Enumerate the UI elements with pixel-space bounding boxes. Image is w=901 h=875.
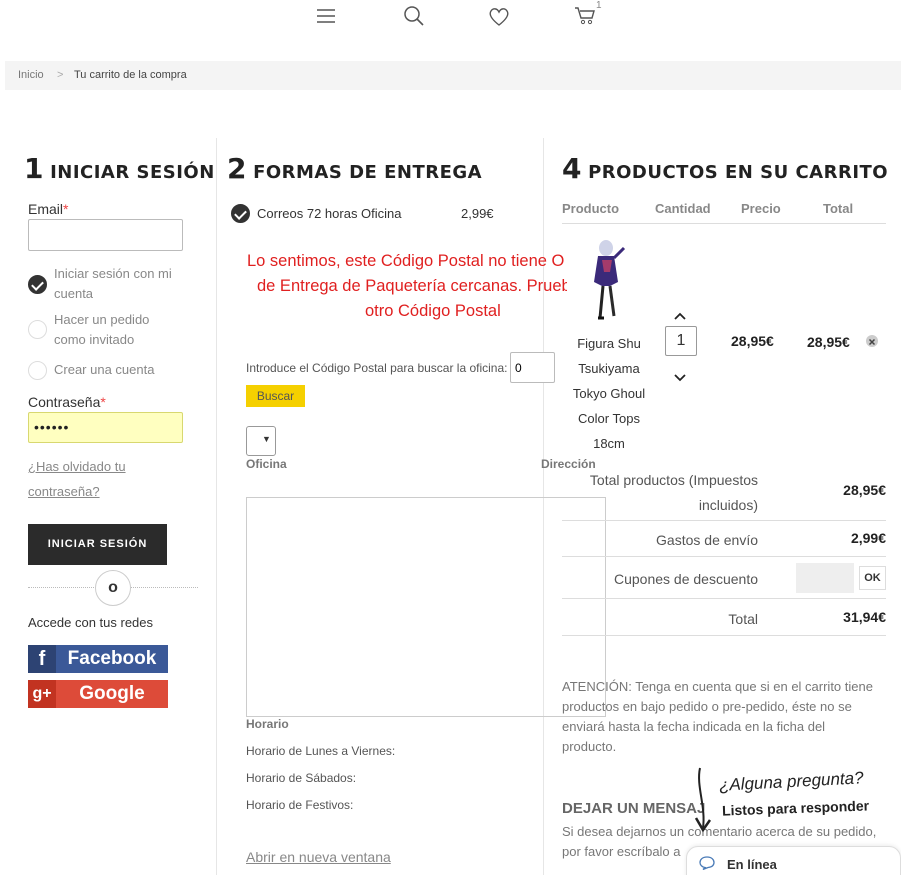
cart-header-price: Precio xyxy=(741,201,781,216)
quantity-input[interactable]: 1 xyxy=(665,326,697,356)
email-label: Email* xyxy=(28,201,69,217)
chat-status: En línea xyxy=(727,857,777,872)
total-label: Total xyxy=(728,611,758,627)
radio-delivery-method[interactable] xyxy=(231,204,250,223)
or-text: o xyxy=(108,579,118,596)
google-label: Google xyxy=(79,683,145,704)
preorder-notice: ATENCIÓN: Tenga en cuenta que si en el c… xyxy=(562,679,873,754)
subtotal-value: 28,95€ xyxy=(843,482,886,498)
radio-login-account[interactable] xyxy=(28,275,47,294)
social-login-label: Accede con tus redes xyxy=(28,615,154,630)
option-guest-order[interactable]: Hacer un pedido como invitado xyxy=(54,310,204,350)
chat-icon xyxy=(699,856,715,875)
cart-header-product: Producto xyxy=(562,201,620,216)
postal-error-message: Lo sentimos, este Código Postal no tiene… xyxy=(247,252,567,320)
postal-code-input[interactable] xyxy=(510,352,555,383)
coupon-label: Cupones de descuento xyxy=(614,571,758,587)
schedule-title: Horario xyxy=(246,717,289,731)
menu-icon[interactable] xyxy=(316,8,336,24)
radio-create-account[interactable] xyxy=(28,361,47,380)
schedule-holidays: Horario de Festivos: xyxy=(246,798,354,812)
forgot-password-link[interactable]: ¿Has olvidado tu contraseña? xyxy=(28,454,126,504)
shipping-label: Gastos de envío xyxy=(656,532,758,548)
postal-code-label: Introduce el Código Postal para buscar l… xyxy=(246,361,508,375)
google-login-button[interactable]: g+ Google xyxy=(28,680,168,708)
chat-question[interactable]: ¿Alguna pregunta? xyxy=(719,768,864,796)
facebook-icon: f xyxy=(28,645,56,673)
heart-icon[interactable] xyxy=(488,7,510,27)
radio-guest-order[interactable] xyxy=(28,320,47,339)
cart-header-divider xyxy=(562,223,886,224)
delivery-method-name[interactable]: Correos 72 horas Oficina xyxy=(257,206,402,221)
item-price: 28,95€ xyxy=(731,333,774,349)
password-field[interactable]: •••••• xyxy=(28,412,183,443)
product-name[interactable]: Figura Shu Tsukiyama Tokyo Ghoul Color T… xyxy=(562,331,656,456)
search-office-button[interactable]: Buscar xyxy=(246,385,305,407)
summary-divider xyxy=(562,556,886,557)
quantity-value: 1 xyxy=(676,332,686,349)
coupon-input[interactable] xyxy=(796,563,854,593)
facebook-label: Facebook xyxy=(67,648,157,669)
coupon-ok-button[interactable]: OK xyxy=(859,566,886,590)
option-create-account[interactable]: Crear una cuenta xyxy=(54,360,204,380)
subtotal-label: Total productos (Impuestos incluidos) xyxy=(589,472,758,513)
product-image[interactable] xyxy=(584,238,628,322)
summary-divider xyxy=(562,635,886,636)
breadcrumb-home[interactable]: Inicio xyxy=(18,69,44,81)
item-total: 28,95€ xyxy=(807,334,850,350)
google-plus-icon: g+ xyxy=(28,680,56,708)
email-field[interactable] xyxy=(28,219,183,251)
step-delivery-title: 2 FORMAS DE ENTREGA xyxy=(227,152,483,185)
step-login-title: 1 INICIAR SESIÓN xyxy=(24,152,215,185)
cart-header-total: Total xyxy=(823,201,854,216)
cart-icon[interactable] xyxy=(574,6,596,26)
remove-item-icon[interactable] xyxy=(866,335,878,347)
column-divider xyxy=(216,138,217,875)
login-submit-button[interactable]: INICIAR SESIÓN xyxy=(28,524,167,565)
password-value: •••••• xyxy=(34,419,70,435)
chat-arrow-icon xyxy=(692,766,714,841)
map-container[interactable] xyxy=(246,497,606,717)
open-new-window-link[interactable]: Abrir en nueva ventana xyxy=(246,849,391,865)
schedule-weekdays: Horario de Lunes a Viernes: xyxy=(246,744,396,758)
office-select[interactable]: ▼ xyxy=(246,426,276,456)
or-circle: o xyxy=(95,570,131,606)
step-cart-title: 4 PRODUCTOS EN SU CARRITO xyxy=(562,152,889,185)
schedule-saturday: Horario de Sábados: xyxy=(246,771,357,785)
total-value: 31,94€ xyxy=(843,609,886,625)
breadcrumb-current: Tu carrito de la compra xyxy=(74,69,187,81)
office-column-header: Oficina xyxy=(246,457,287,471)
breadcrumb-separator: > xyxy=(57,69,64,81)
cart-count-badge: 1 xyxy=(596,0,602,11)
chat-widget[interactable]: En línea xyxy=(686,846,901,875)
password-label: Contraseña* xyxy=(28,394,106,410)
breadcrumb: Inicio > Tu carrito de la compra xyxy=(5,61,901,90)
facebook-login-button[interactable]: f Facebook xyxy=(28,645,168,673)
delivery-method-price: 2,99€ xyxy=(461,206,494,221)
shipping-value: 2,99€ xyxy=(850,530,886,546)
option-login-account[interactable]: Iniciar sesión con mi cuenta xyxy=(54,264,204,304)
quantity-increase-icon[interactable] xyxy=(674,307,686,325)
leave-message-title: DEJAR UN MENSAJ xyxy=(562,800,706,817)
quantity-decrease-icon[interactable] xyxy=(674,369,686,387)
caret-down-icon: ▼ xyxy=(262,434,271,444)
summary-divider xyxy=(562,598,886,599)
chat-ready-text[interactable]: Listos para responder xyxy=(722,797,870,818)
search-icon[interactable] xyxy=(403,5,425,27)
cart-header-quantity: Cantidad xyxy=(655,201,711,216)
summary-divider xyxy=(562,520,886,521)
